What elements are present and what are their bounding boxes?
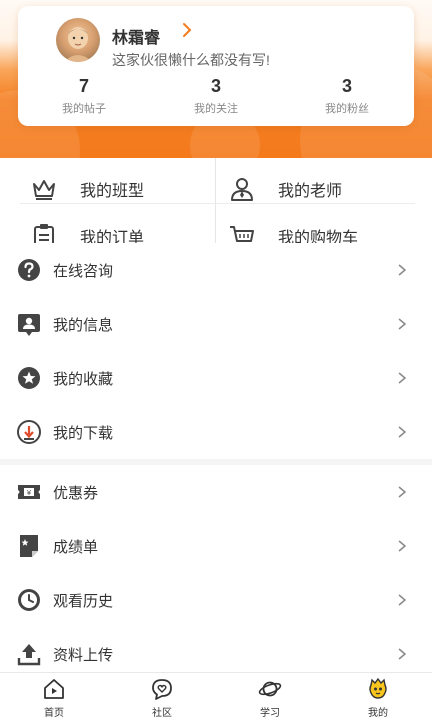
quick-access-grid: 我的班型 我的老师 我的订单 我的购物车 xyxy=(0,158,432,249)
stat-following[interactable]: 3 我的关注 xyxy=(176,76,256,116)
username[interactable]: 林霜睿 xyxy=(112,24,160,48)
report-card-icon xyxy=(20,535,38,557)
chevron-right-icon[interactable] xyxy=(180,20,194,40)
stat-posts-count: 7 xyxy=(78,76,89,96)
chat-heart-icon xyxy=(152,679,172,700)
tab-label-community: 社区 xyxy=(152,708,172,719)
grid-label-class: 我的班型 xyxy=(80,182,145,200)
grid-item-class[interactable]: 我的班型 xyxy=(30,166,144,211)
menu-label-downloads: 我的下载 xyxy=(53,424,114,442)
chevron-right-icon xyxy=(398,486,407,498)
avatar[interactable] xyxy=(56,18,100,62)
menu-item-grades[interactable]: 成绩单 xyxy=(0,519,432,573)
menu-label-favorites: 我的收藏 xyxy=(53,370,114,388)
home-icon xyxy=(44,679,64,699)
star-icon xyxy=(18,367,40,389)
chevron-right-icon xyxy=(398,318,407,330)
menu-label-history: 观看历史 xyxy=(53,592,114,610)
stat-followers[interactable]: 3 我的粉丝 xyxy=(307,76,387,116)
tab-study[interactable]: 学习 xyxy=(235,677,305,719)
bottom-tab-bar: 首页 社区 学习 我的 xyxy=(0,672,432,720)
mascot-icon xyxy=(369,677,387,699)
tab-label-home: 首页 xyxy=(44,708,64,719)
clock-icon xyxy=(18,589,40,611)
grid-label-teacher: 我的老师 xyxy=(278,182,343,200)
chevron-right-icon xyxy=(398,426,407,438)
svg-text:¥: ¥ xyxy=(27,489,32,497)
profile-card[interactable]: 林霜睿 这家伙很懒什么都没有写! 7 我的帖子 3 我的关注 3 我的粉丝 xyxy=(18,6,414,126)
chevron-right-icon xyxy=(398,372,407,384)
tab-label-study: 学习 xyxy=(260,708,280,719)
chevron-right-icon xyxy=(398,540,407,552)
grid-item-teacher[interactable]: 我的老师 xyxy=(228,166,342,211)
menu-label-grades: 成绩单 xyxy=(53,538,99,556)
menu-label-upload: 资料上传 xyxy=(53,646,114,664)
menu-item-info[interactable]: 我的信息 xyxy=(0,297,432,351)
chevron-right-icon xyxy=(398,594,407,606)
user-card-icon xyxy=(18,314,40,336)
stat-followers-count: 3 xyxy=(341,76,352,96)
stat-following-label: 我的关注 xyxy=(194,103,238,115)
stat-posts[interactable]: 7 我的帖子 xyxy=(44,76,124,116)
coupon-icon: ¥ xyxy=(18,485,40,499)
chevron-right-icon xyxy=(398,264,407,276)
planet-icon xyxy=(258,681,282,697)
chevron-right-icon xyxy=(398,648,407,660)
menu-item-coupons[interactable]: ¥ 优惠券 xyxy=(0,465,432,519)
menu-item-history[interactable]: 观看历史 xyxy=(0,573,432,627)
menu-label-consult: 在线咨询 xyxy=(53,262,114,280)
menu-item-favorites[interactable]: 我的收藏 xyxy=(0,351,432,405)
question-icon xyxy=(18,259,40,281)
menu-label-info: 我的信息 xyxy=(53,316,114,334)
teacher-icon xyxy=(231,177,253,201)
menu-item-consult[interactable]: 在线咨询 xyxy=(0,243,432,297)
crown-icon xyxy=(33,179,55,200)
user-bio: 这家伙很懒什么都没有写! xyxy=(112,52,270,68)
tab-home[interactable]: 首页 xyxy=(19,677,89,719)
menu-label-coupons: 优惠券 xyxy=(53,484,99,502)
stat-posts-label: 我的帖子 xyxy=(62,103,106,115)
tab-community[interactable]: 社区 xyxy=(127,677,197,719)
stat-following-count: 3 xyxy=(210,76,221,96)
stat-followers-label: 我的粉丝 xyxy=(325,103,369,115)
download-icon xyxy=(17,420,41,444)
upload-icon xyxy=(17,644,41,666)
menu-item-downloads[interactable]: 我的下载 xyxy=(0,405,432,459)
tab-mine[interactable]: 我的 xyxy=(343,677,413,719)
tab-label-mine: 我的 xyxy=(368,708,388,719)
grid-divider-horizontal xyxy=(20,203,415,204)
